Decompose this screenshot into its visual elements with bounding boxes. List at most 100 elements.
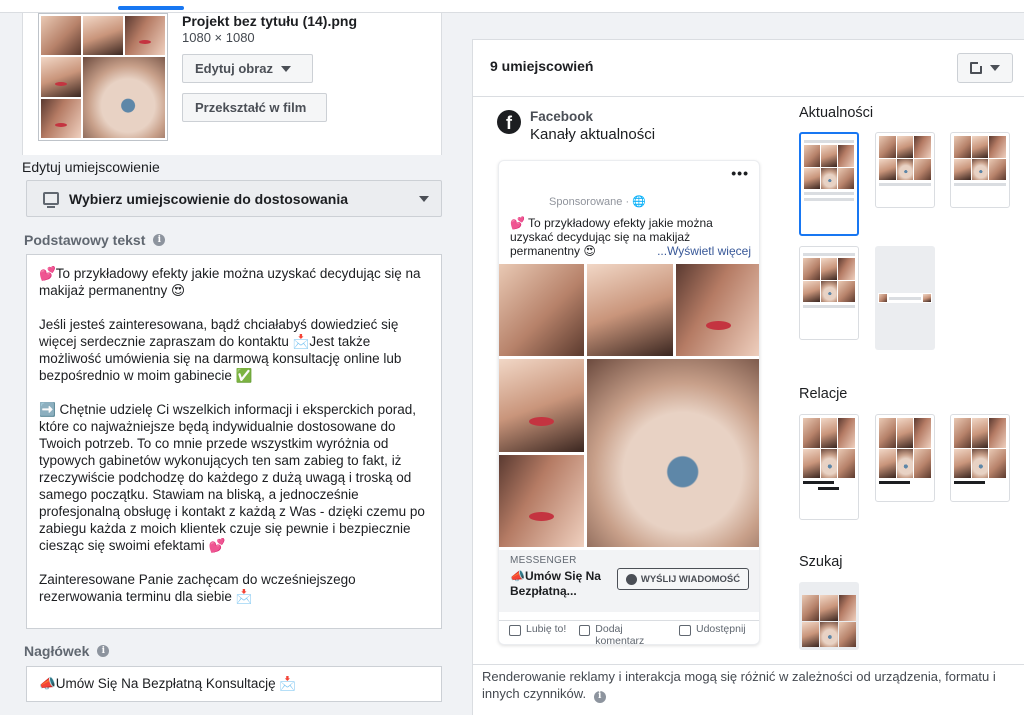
convert-to-video-button[interactable]: Przekształć w film <box>182 93 327 122</box>
edit-image-button[interactable]: Edytuj obraz <box>182 54 313 83</box>
mini-header <box>803 253 855 256</box>
placement-name: Kanały aktualności <box>530 126 656 143</box>
primary-text-label-text: Podstawowy tekst <box>24 232 146 248</box>
headline-input[interactable]: 📣Umów Się Na Bezpłatną Konsultację 📩 <box>26 666 442 702</box>
disclaimer-text: Renderowanie reklamy i interakcja mogą s… <box>482 669 996 701</box>
cta-kicker: MESSENGER <box>510 555 577 566</box>
mini-image <box>879 136 931 180</box>
group-label-stories: Relacje <box>799 386 848 402</box>
ad-photo <box>499 454 585 547</box>
info-icon[interactable]: i <box>97 645 110 657</box>
active-tab-indicator <box>118 6 184 10</box>
divider <box>473 96 1024 97</box>
placement-thumb-search-1[interactable] <box>799 582 859 650</box>
primary-text-input[interactable]: 💕To przykładowy efekty jakie można uzysk… <box>26 254 442 629</box>
mini-caption <box>954 481 986 484</box>
divider <box>473 664 1024 665</box>
comment-icon <box>579 625 591 636</box>
collage-photo <box>41 98 81 138</box>
cta-headline: 📣Umów Się Na Bezpłatną... <box>510 569 601 598</box>
ad-photo-eye <box>587 359 759 547</box>
mini-caption <box>879 481 911 484</box>
placement-thumb-feed-4[interactable] <box>799 246 859 340</box>
mini-image <box>804 145 854 189</box>
open-preview-button[interactable] <box>957 53 1013 83</box>
primary-text-label: Podstawowy tekst i <box>24 232 166 248</box>
media-thumbnail[interactable] <box>38 13 168 141</box>
mini-cta <box>818 487 839 490</box>
chevron-down-icon <box>419 195 429 202</box>
info-icon[interactable]: i <box>153 234 166 246</box>
info-icon[interactable]: i <box>593 690 606 703</box>
post-actions: Lubię to! Dodaj komentarz Udostępnij <box>499 620 759 645</box>
placement-thumb-story-1[interactable] <box>799 414 859 520</box>
preview-disclaimer: Renderowanie reklamy i interakcja mogą s… <box>482 668 1002 703</box>
file-name: Projekt bez tytułu (14).png <box>182 13 358 29</box>
collage-photo <box>83 16 123 56</box>
file-dimensions: 1080 × 1080 <box>182 30 255 45</box>
ad-preview-panel: 9 umiejscowień f Facebook Kanały aktualn… <box>462 13 1024 715</box>
placement-thumb-story-3[interactable] <box>950 414 1010 502</box>
see-more-link[interactable]: ...Wyświetl więcej <box>657 244 751 258</box>
placement-thumb-story-2[interactable] <box>875 414 935 502</box>
preview-card: 9 umiejscowień f Facebook Kanały aktualn… <box>472 39 1024 715</box>
more-options-icon[interactable]: ••• <box>731 165 749 181</box>
collage-photo <box>41 16 81 56</box>
placement-select-label: Wybierz umiejscowienie do dostosowania <box>69 190 349 207</box>
mini-footer <box>804 198 854 201</box>
placement-thumb-feed-5[interactable] <box>875 246 935 350</box>
facebook-icon: f <box>497 110 521 134</box>
ad-photo <box>499 264 585 357</box>
collage-photo <box>41 57 81 97</box>
mini-footer <box>954 183 1006 186</box>
sponsored-label: Sponsorowane · 🌐 <box>549 196 646 208</box>
external-link-icon <box>970 60 984 74</box>
collage-photo-eye <box>83 57 165 138</box>
ad-photo <box>499 359 585 452</box>
mini-image <box>803 258 855 302</box>
placement-thumb-feed-2[interactable] <box>875 132 935 208</box>
mini-image <box>879 418 931 478</box>
like-action[interactable]: Lubię to! <box>499 623 569 644</box>
ad-editor-panel: Projekt bez tytułu (14).png 1080 × 1080 … <box>0 13 462 715</box>
collage-photo <box>125 16 165 56</box>
send-message-button[interactable]: WYŚLIJ WIADOMOŚĆ <box>617 568 749 590</box>
placement-thumb-feed-1[interactable] <box>799 132 859 236</box>
headline-label-text: Nagłówek <box>24 643 90 659</box>
mini-image <box>803 418 855 478</box>
mini-footer <box>803 305 855 308</box>
mini-footer <box>804 192 854 195</box>
mini-caption <box>803 481 835 484</box>
convert-to-video-label: Przekształć w film <box>195 100 307 115</box>
share-icon <box>679 625 691 636</box>
feed-ad-preview[interactable]: ••• Sponsorowane · 🌐 💕 To przykładowy ef… <box>498 160 760 645</box>
comment-action[interactable]: Dodaj komentarz <box>569 623 669 645</box>
comment-label: Dodaj komentarz <box>595 623 645 645</box>
share-label: Udostępnij <box>696 623 746 635</box>
edit-placement-label: Edytuj umiejscowienie <box>22 159 160 175</box>
mini-footer <box>879 183 931 186</box>
placement-thumb-feed-3[interactable] <box>950 132 1010 208</box>
placement-select[interactable]: Wybierz umiejscowienie do dostosowania <box>26 180 442 217</box>
headline-label: Nagłówek i <box>24 643 110 659</box>
share-action[interactable]: Udostępnij <box>669 623 759 644</box>
cta-section: MESSENGER 📣Umów Się Na Bezpłatną... WYŚL… <box>499 550 759 612</box>
edit-image-label: Edytuj obraz <box>195 61 274 76</box>
monitor-icon <box>43 192 59 208</box>
mini-image <box>954 136 1006 180</box>
group-label-search: Szukaj <box>799 554 843 570</box>
placements-count: 9 umiejscowień <box>490 58 594 74</box>
mini-image <box>954 418 1006 478</box>
like-label: Lubię to! <box>526 623 567 635</box>
thumbs-up-icon <box>509 625 521 636</box>
ad-photo <box>587 264 673 357</box>
send-message-label: WYŚLIJ WIADOMOŚĆ <box>640 573 741 585</box>
group-label-feed: Aktualności <box>799 105 874 121</box>
ad-image <box>499 264 759 547</box>
thumbnail-collage <box>41 16 165 138</box>
chevron-down-icon <box>990 65 1000 71</box>
platform-name: Facebook <box>530 109 594 124</box>
messenger-icon <box>625 573 637 585</box>
mini-header <box>804 140 854 143</box>
ad-photo <box>675 264 759 357</box>
